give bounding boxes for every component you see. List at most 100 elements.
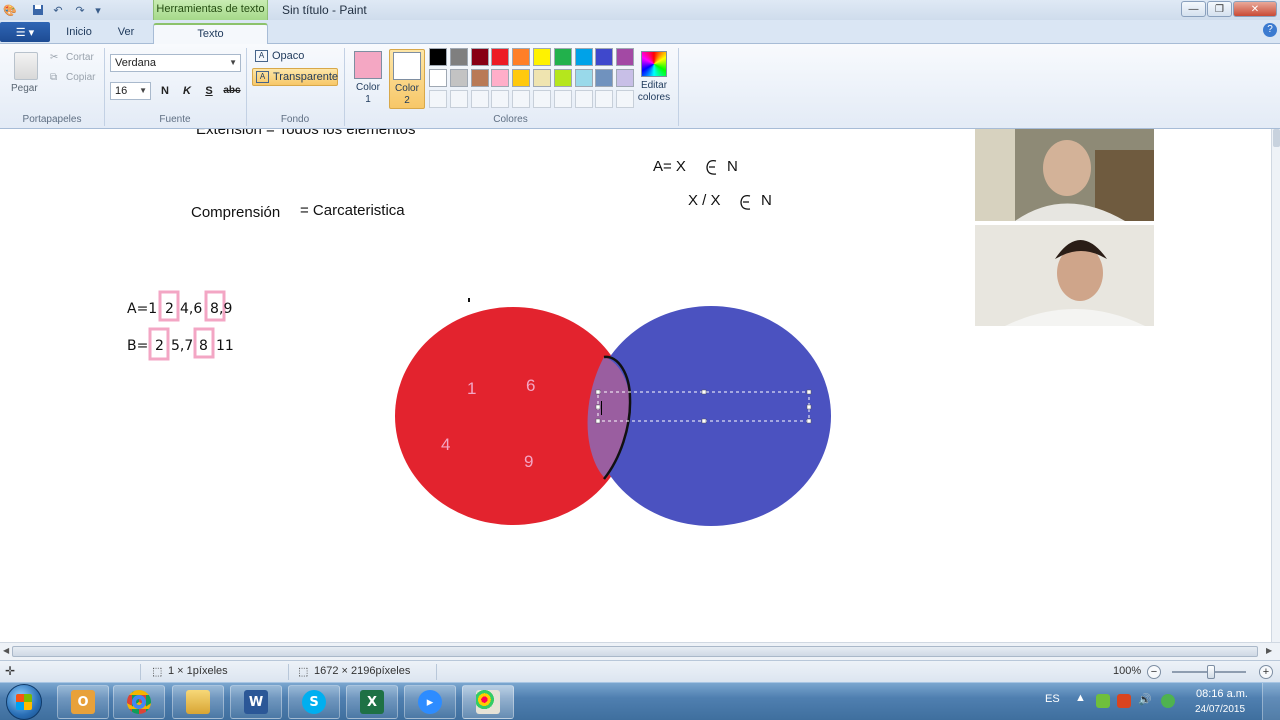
palette-swatch[interactable]	[533, 48, 551, 66]
taskbar-chrome[interactable]	[113, 685, 165, 719]
palette-swatch[interactable]	[595, 69, 614, 87]
clock-date[interactable]: 24/07/2015	[1188, 704, 1252, 715]
webcam-feed-3	[975, 225, 1154, 326]
custom-color-slot[interactable]	[491, 90, 510, 108]
redo-icon[interactable]: ↷	[72, 2, 88, 18]
venn-number: 9	[524, 452, 533, 471]
taskbar-outlook[interactable]: O	[57, 685, 109, 719]
help-icon[interactable]: ?	[1263, 23, 1277, 37]
custom-color-slot[interactable]	[553, 90, 572, 108]
scroll-right-icon[interactable]: ▶	[1266, 646, 1272, 655]
palette-swatch[interactable]	[491, 69, 510, 87]
color1-button[interactable]: Color 1	[350, 49, 386, 109]
font-group-label: Fuente	[159, 114, 191, 125]
palette-swatch[interactable]	[449, 69, 468, 87]
zoom-in-button[interactable]: +	[1259, 665, 1273, 679]
color2-button[interactable]: Color 2	[389, 49, 425, 109]
vertical-scroll-thumb[interactable]	[1273, 129, 1280, 147]
tab-ver[interactable]: Ver	[106, 23, 146, 44]
start-button[interactable]	[6, 684, 42, 720]
palette-swatch[interactable]	[595, 48, 614, 66]
custom-color-slot[interactable]	[449, 90, 468, 108]
venn-number: 4	[441, 435, 450, 454]
palette-swatch[interactable]	[429, 69, 447, 87]
show-desktop-button[interactable]	[1262, 683, 1280, 720]
cut-button[interactable]: Cortar	[66, 52, 94, 63]
copy-button[interactable]: Copiar	[66, 72, 95, 83]
extension-text: Extensión = Todos los elementos	[196, 129, 415, 138]
venn-number: 1	[467, 379, 476, 398]
network-tray-icon[interactable]	[1161, 694, 1175, 708]
color1-label-line2: 1	[365, 94, 371, 105]
vertical-scrollbar[interactable]	[1271, 129, 1280, 642]
taskbar-word[interactable]: W	[230, 685, 282, 719]
webcam-feed-2	[975, 129, 1154, 221]
strikethrough-button[interactable]: abc	[221, 82, 243, 100]
custom-color-slot[interactable]	[595, 90, 614, 108]
edit-colors-button[interactable]: Editar colores	[633, 49, 675, 111]
flag-tray-icon[interactable]	[1117, 694, 1131, 708]
opaque-button[interactable]: A Opaco	[252, 48, 338, 66]
palette-swatch[interactable]	[449, 48, 468, 66]
palette-swatch[interactable]	[491, 48, 510, 66]
maximize-button[interactable]: ❐	[1207, 1, 1232, 17]
italic-button[interactable]: K	[177, 82, 197, 100]
save-icon[interactable]	[30, 2, 46, 18]
custom-color-slot[interactable]	[533, 90, 551, 108]
palette-swatch[interactable]	[553, 69, 572, 87]
custom-color-slot[interactable]	[616, 90, 635, 108]
zoom-slider-thumb[interactable]	[1207, 665, 1215, 679]
font-size-select[interactable]: 16 ▼	[110, 82, 151, 100]
custom-color-slot[interactable]	[470, 90, 489, 108]
palette-swatch[interactable]	[470, 48, 489, 66]
minimize-button[interactable]: —	[1181, 1, 1206, 17]
paint-window: 🎨 ↶ ↷ ▾ Herramientas de texto Sin título…	[0, 0, 1280, 720]
palette-swatch[interactable]	[533, 69, 551, 87]
tab-inicio[interactable]: Inicio	[58, 23, 100, 44]
custom-color-slot[interactable]	[429, 90, 447, 108]
font-family-select[interactable]: Verdana ▼	[110, 54, 241, 72]
palette-swatch[interactable]	[616, 48, 635, 66]
volume-icon[interactable]: 🔊	[1138, 693, 1152, 706]
color-wheel-icon	[641, 51, 667, 77]
color2-label-line2: 2	[404, 95, 410, 106]
transparent-icon: A	[256, 71, 269, 83]
horizontal-scrollbar[interactable]: ◀ ▶	[0, 642, 1280, 660]
scroll-left-icon[interactable]: ◀	[3, 646, 9, 655]
taskbar-paint[interactable]	[462, 685, 514, 719]
custom-color-slot[interactable]	[512, 90, 531, 108]
horizontal-scroll-thumb[interactable]	[12, 646, 1258, 657]
taskbar-explorer[interactable]	[172, 685, 224, 719]
taskbar-excel[interactable]: X	[346, 685, 398, 719]
clock-time[interactable]: 08:16 a.m.	[1192, 688, 1252, 700]
drawing-canvas[interactable]: Extensión = Todos los elementos Comprens…	[0, 129, 1271, 642]
language-indicator[interactable]: ES	[1045, 693, 1060, 705]
security-tray-icon[interactable]	[1096, 694, 1110, 708]
custom-color-slot[interactable]	[574, 90, 593, 108]
transparent-button[interactable]: A Transparente	[252, 68, 338, 86]
paint-app-icon[interactable]: 🎨	[2, 2, 18, 18]
taskbar-skype[interactable]: S	[288, 685, 340, 719]
bold-button[interactable]: N	[155, 82, 175, 100]
palette-swatch[interactable]	[512, 48, 531, 66]
palette-swatch[interactable]	[553, 48, 572, 66]
paste-button[interactable]: Pegar	[11, 83, 38, 94]
paste-icon[interactable]	[14, 52, 38, 80]
undo-icon[interactable]: ↶	[50, 2, 66, 18]
palette-swatch[interactable]	[616, 69, 635, 87]
palette-swatch[interactable]	[574, 69, 593, 87]
palette-swatch[interactable]	[574, 48, 593, 66]
palette-swatch[interactable]	[429, 48, 447, 66]
chevron-down-icon: ▼	[139, 86, 147, 95]
close-button[interactable]: ✕	[1233, 1, 1277, 17]
taskbar-zoom[interactable]: ▸	[404, 685, 456, 719]
text-tools-context-label: Herramientas de texto	[153, 0, 268, 20]
underline-button[interactable]: S	[199, 82, 219, 100]
zoom-out-button[interactable]: −	[1147, 665, 1161, 679]
customize-qat-icon[interactable]: ▾	[90, 2, 106, 18]
tab-texto[interactable]: Texto	[153, 23, 268, 44]
palette-swatch[interactable]	[512, 69, 531, 87]
palette-swatch[interactable]	[470, 69, 489, 87]
show-hidden-icons-icon[interactable]: ▲	[1075, 692, 1086, 704]
paint-menu-button[interactable]: ☰ ▾	[0, 22, 50, 42]
